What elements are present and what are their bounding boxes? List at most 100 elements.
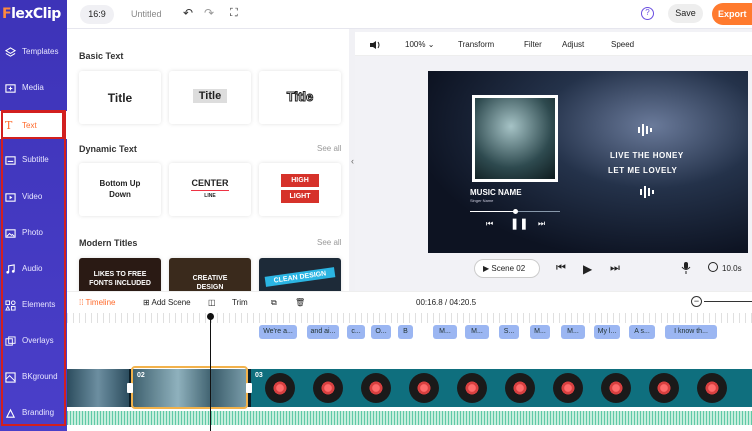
text-clip[interactable]: We're a... (259, 325, 297, 339)
dynamic-card-bottom-up[interactable]: Bottom Up Down (79, 163, 161, 216)
text-clip[interactable]: M... (561, 325, 585, 339)
vinyl-record-thumb (361, 373, 391, 403)
card-label-wrap: Title (169, 89, 251, 103)
fullscreen-icon[interactable]: ⛶ (230, 7, 238, 19)
modern-card-3[interactable]: CLEAN DESIGN (259, 258, 341, 291)
text-clip[interactable]: M... (530, 325, 550, 339)
next-track-icon: ⏭ (538, 219, 546, 228)
sidebar-item-media[interactable]: Media (0, 71, 67, 107)
modern-card-1[interactable]: LIKES TO FREE FONTS INCLUDED (79, 258, 161, 291)
zoom-value: 100% (405, 40, 426, 49)
export-button[interactable]: Export (712, 3, 752, 25)
zoom-out-icon[interactable]: − (691, 296, 702, 307)
timeline-ruler[interactable] (67, 313, 752, 323)
text-clip[interactable]: M... (465, 325, 489, 339)
aspect-ratio-button[interactable]: 16:9 (80, 5, 114, 24)
media-icon (5, 84, 16, 93)
sidebar-item-templates[interactable]: Templates (0, 35, 67, 71)
text-clip[interactable]: My l... (594, 325, 620, 339)
scene-clip-1[interactable] (67, 369, 129, 407)
text-clip[interactable]: M... (433, 325, 457, 339)
card-label: LIGHT (281, 190, 319, 203)
basic-text-card-2[interactable]: Title (169, 71, 251, 124)
card-label: Title (192, 89, 228, 103)
sidebar-highlight-outline (1, 110, 66, 426)
volume-icon[interactable] (369, 40, 381, 50)
scene-selector[interactable]: ▶ Scene 02 (474, 259, 540, 278)
add-scene-label: Add Scene (151, 298, 191, 307)
add-icon: ⊞ (143, 298, 150, 307)
text-clip[interactable]: I know th... (665, 325, 717, 339)
scene-clip-3[interactable]: 03 (251, 369, 752, 407)
delete-icon[interactable]: 🗑 (295, 298, 305, 307)
collapse-panel-icon[interactable]: ‹ (351, 156, 354, 166)
vinyl-record-thumb (457, 373, 487, 403)
card-label: CREATIVE DESIGN (192, 275, 228, 291)
next-scene-icon[interactable]: ⏭ (610, 262, 620, 275)
undo-icon[interactable]: ↶ (183, 7, 193, 19)
modern-card-2[interactable]: CREATIVE DESIGN (169, 258, 251, 291)
previous-scene-icon[interactable]: ⏮ (556, 262, 566, 275)
filter-button[interactable]: Filter (524, 40, 542, 49)
adjust-button[interactable]: Adjust (562, 40, 584, 49)
timeline-header: ⁞⁞ Timeline ⊞ Add Scene ◫ Trim ⧉ 🗑 00:16… (67, 291, 752, 313)
chevron-down-icon: ⌄ (427, 40, 435, 49)
playhead[interactable] (210, 313, 211, 431)
lyric-line-2[interactable]: LET ME LOVELY (608, 166, 677, 175)
dynamic-card-high-light[interactable]: HIGH LIGHT (259, 163, 341, 216)
save-button[interactable]: Save (668, 4, 703, 23)
card-label: Title (107, 91, 133, 105)
sidebar: FlexClip Templates Media T Text Subtitle… (0, 0, 67, 431)
card-label: HIGH (281, 174, 319, 187)
play-button-icon[interactable]: ▶ (583, 262, 592, 276)
card-label: LIKES TO FREE FONTS INCLUDED (89, 271, 151, 287)
dynamic-card-center[interactable]: CENTER LINE (169, 163, 251, 216)
music-name-text[interactable]: MUSIC NAME (470, 188, 522, 197)
clock-icon (708, 262, 718, 272)
speed-button[interactable]: Speed (611, 40, 634, 49)
play-icon: ▶ (483, 264, 490, 273)
project-title[interactable]: Untitled (131, 9, 162, 19)
split-icon[interactable]: ◫ (208, 298, 216, 307)
playhead-handle[interactable] (207, 313, 214, 320)
zoom-slider[interactable] (704, 301, 752, 302)
clip-trim-handle-right[interactable] (246, 383, 252, 393)
layers-icon (5, 47, 16, 57)
duplicate-icon[interactable]: ⧉ (271, 298, 277, 308)
timeline-tab[interactable]: ⁞⁞ Timeline (79, 298, 115, 307)
text-clip[interactable]: A s... (629, 325, 655, 339)
scene-duration[interactable]: 10.0s (722, 264, 742, 273)
pause-icon: ❚❚ (510, 218, 529, 230)
top-bar: 16:9 Untitled ↶ ↷ ⛶ ? Save Export (67, 0, 752, 29)
audio-track[interactable] (67, 411, 752, 425)
clip-trim-handle-left[interactable] (127, 383, 133, 393)
text-clip[interactable]: S... (499, 325, 519, 339)
redo-icon[interactable]: ↷ (204, 7, 214, 19)
microphone-icon[interactable] (681, 262, 691, 274)
basic-text-card-3[interactable]: Title (259, 71, 341, 124)
vinyl-record-thumb (505, 373, 535, 403)
video-canvas[interactable]: MUSIC NAME Singer Name ⏮ ❚❚ ⏭ LIVE THE H… (428, 71, 748, 253)
text-clip[interactable]: B (398, 325, 413, 339)
add-scene-button[interactable]: ⊞ Add Scene (143, 298, 191, 307)
singer-name-text[interactable]: Singer Name (470, 198, 493, 203)
text-clip[interactable]: and ai... (307, 325, 339, 339)
modern-see-all-link[interactable]: See all (317, 238, 341, 247)
trim-button[interactable]: Trim (232, 298, 248, 307)
lyric-line-1[interactable]: LIVE THE HONEY (610, 151, 684, 160)
transform-button[interactable]: Transform (458, 40, 494, 49)
basic-text-card-1[interactable]: Title (79, 71, 161, 124)
center-underline (191, 190, 229, 191)
zoom-select[interactable]: 100% ⌄ (405, 40, 434, 49)
card-label: Bottom Up Down (99, 179, 141, 199)
selected-clip-outline[interactable] (131, 366, 248, 409)
timeline-tab-label: Timeline (85, 298, 116, 307)
text-clip[interactable]: O... (371, 325, 391, 339)
dynamic-see-all-link[interactable]: See all (317, 144, 341, 153)
help-icon[interactable]: ? (641, 7, 654, 20)
artist-photo[interactable] (472, 95, 558, 182)
text-clip[interactable]: c... (347, 325, 365, 339)
text-panel: Basic Text Title Title Title Dynamic Tex… (67, 29, 349, 291)
active-item-highlight-outline (1, 111, 64, 139)
flexclip-logo[interactable]: FlexClip (2, 6, 61, 22)
